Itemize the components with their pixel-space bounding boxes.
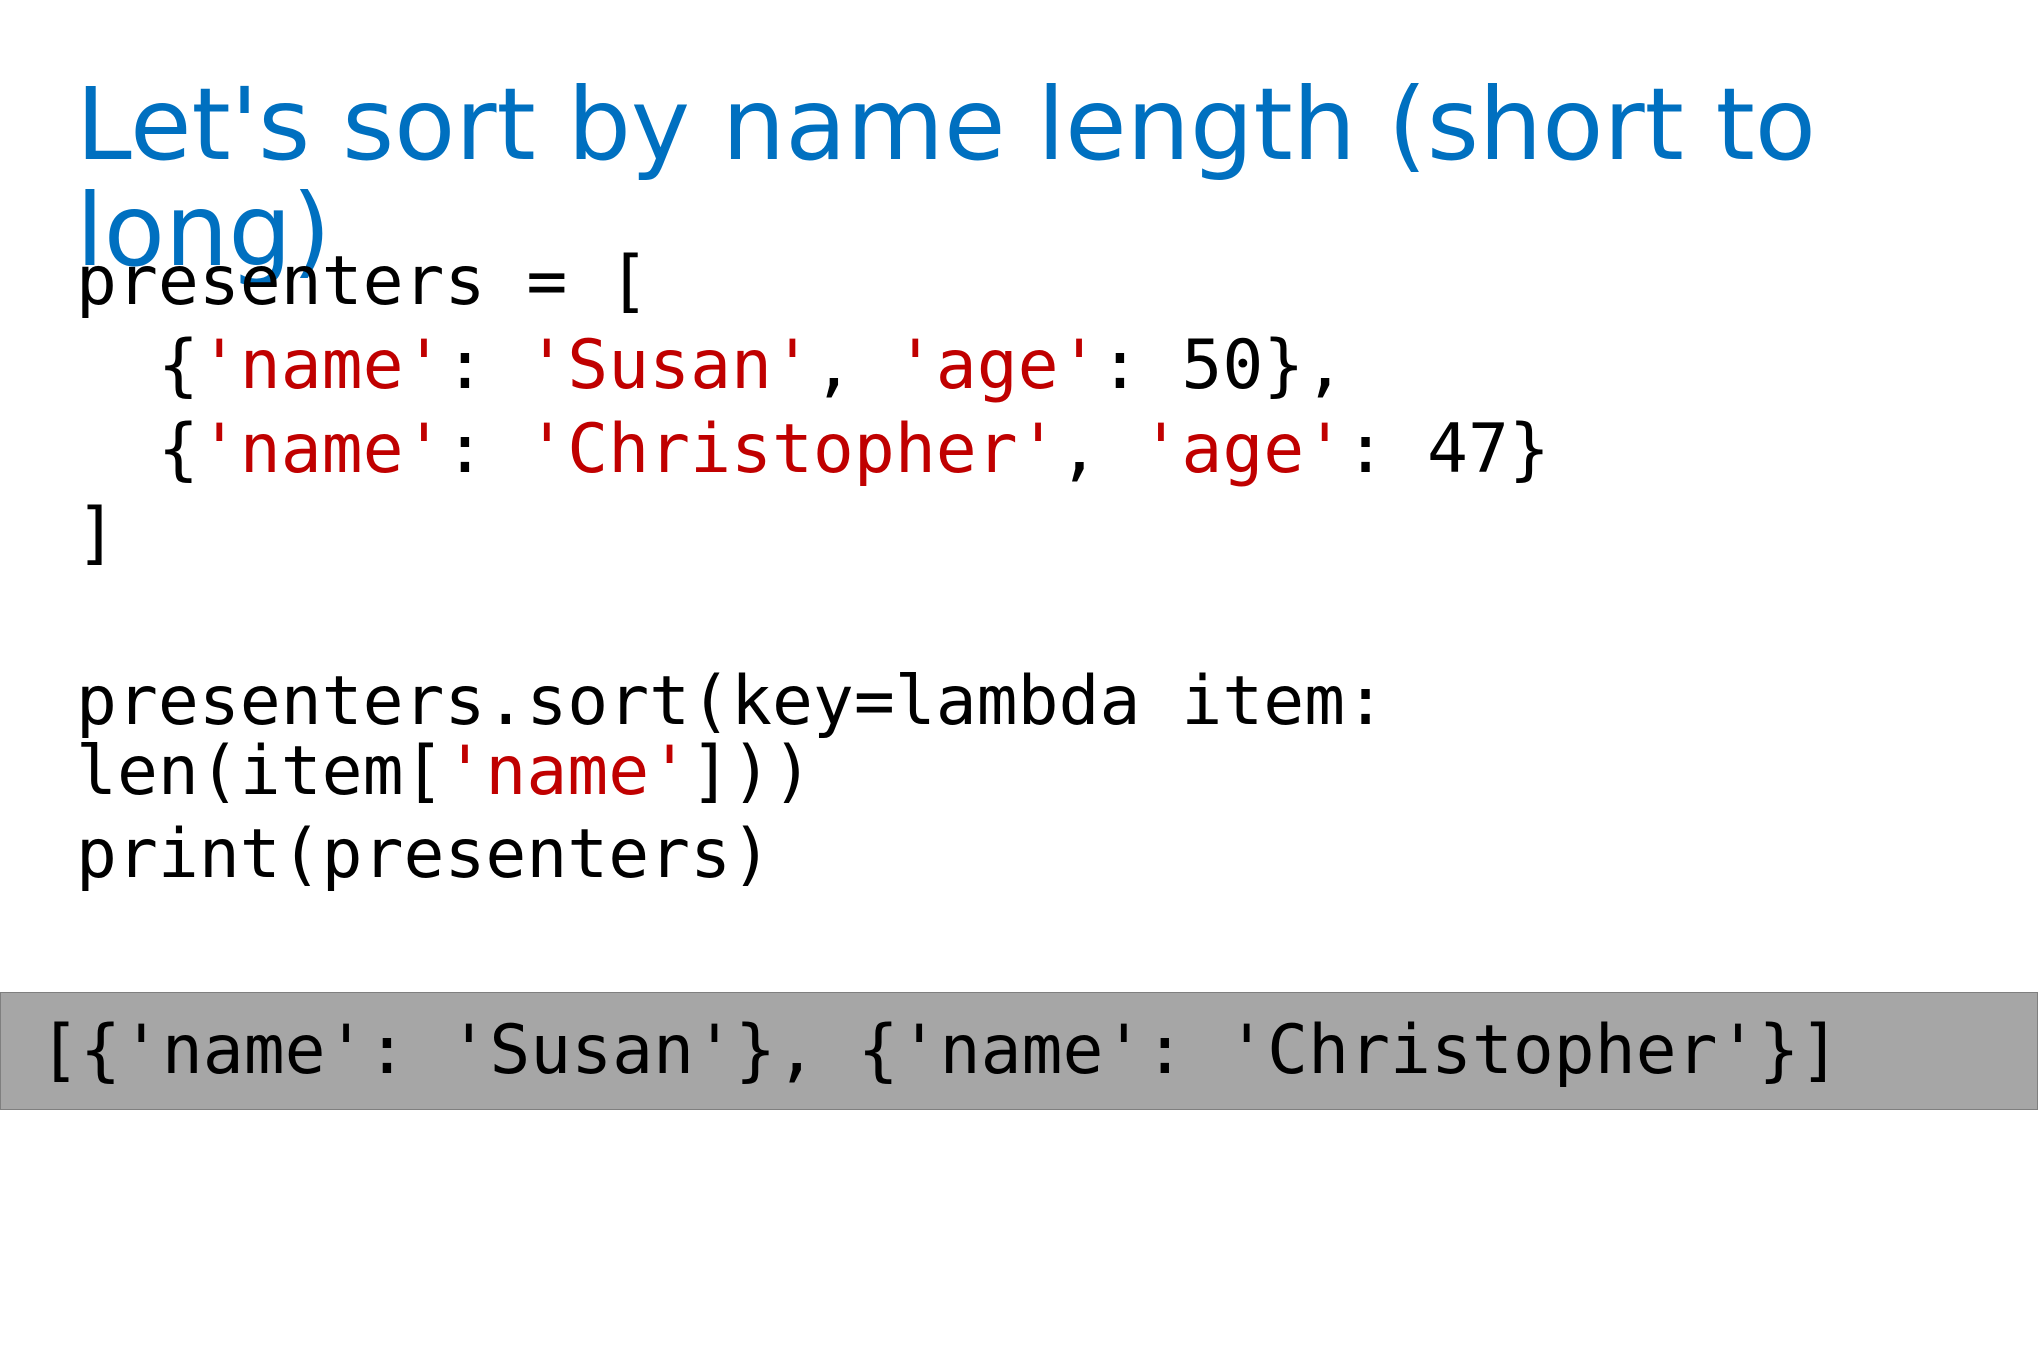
- code-text: len(item[: [76, 732, 445, 811]
- code-line-7: print(presenters): [76, 815, 772, 895]
- code-text: ,: [1058, 410, 1141, 489]
- string-literal: 'name': [444, 732, 691, 811]
- code-text: presenters.sort(key=lambda item:: [76, 662, 1387, 741]
- code-text: ,: [812, 326, 895, 405]
- code-block: presenters = [ {'name': 'Susan', 'age': …: [76, 242, 1976, 1348]
- code-text: :: [444, 326, 527, 405]
- code-text: :: [444, 410, 527, 489]
- code-line-3: {'name': 'Christopher', 'age': 47}: [76, 410, 1550, 490]
- string-literal: 'name': [198, 410, 445, 489]
- code-line-1: presenters = [: [76, 242, 649, 322]
- code-text: print(presenters): [76, 815, 772, 894]
- code-text: {: [76, 410, 199, 489]
- string-literal: 'name': [198, 326, 445, 405]
- output-text: [{'name': 'Susan'}, {'name': 'Christophe…: [39, 1011, 1841, 1090]
- code-text: {: [76, 326, 199, 405]
- string-literal: 'age': [894, 326, 1100, 405]
- code-text: ])): [690, 732, 813, 811]
- code-text: : 50},: [1099, 326, 1346, 405]
- code-text: presenters = [: [76, 242, 650, 321]
- string-literal: 'Susan': [526, 326, 813, 405]
- code-text: : 47}: [1345, 410, 1550, 489]
- code-line-2: {'name': 'Susan', 'age': 50},: [76, 326, 1345, 406]
- string-literal: 'age': [1140, 410, 1346, 489]
- code-text: ]: [76, 494, 117, 573]
- output-box: [{'name': 'Susan'}, {'name': 'Christophe…: [0, 992, 2038, 1110]
- code-line-5: presenters.sort(key=lambda item:: [76, 662, 1386, 742]
- code-line-6: len(item['name'])): [76, 732, 813, 812]
- code-line-4: ]: [76, 494, 117, 574]
- string-literal: 'Christopher': [526, 410, 1059, 489]
